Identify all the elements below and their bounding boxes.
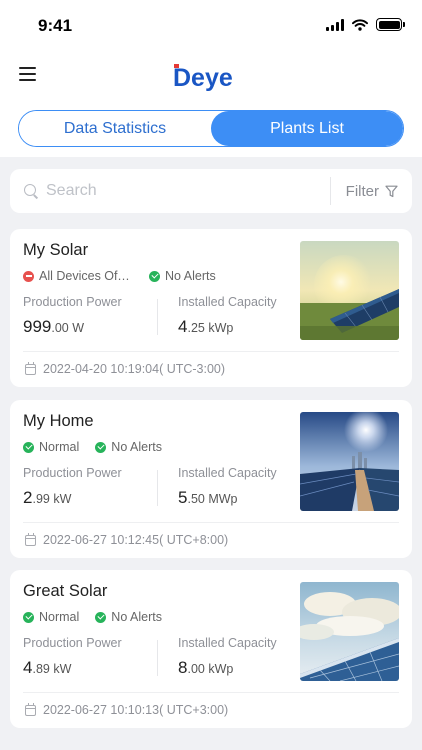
- metric-divider: [157, 299, 158, 335]
- error-icon: [23, 270, 34, 282]
- battery-icon: [376, 18, 405, 31]
- plant-updated-row: 2022-06-27 10:10:13( UTC+3:00): [25, 702, 229, 717]
- tab-plants-list[interactable]: Plants List: [211, 111, 403, 146]
- search-bar: Filter: [10, 169, 412, 213]
- filter-icon: [385, 185, 398, 197]
- check-icon: [95, 441, 107, 453]
- production-power-label: Production Power: [23, 466, 122, 480]
- plant-card[interactable]: My Solar All Devices Offline No Alerts P…: [10, 229, 412, 387]
- device-status: All Devices Offline: [23, 269, 133, 283]
- plant-name: My Solar: [23, 241, 89, 259]
- calendar-icon: [25, 361, 36, 375]
- deye-logo: Deye: [173, 64, 233, 92]
- plant-photo: [300, 582, 399, 681]
- wifi-icon: [352, 18, 368, 31]
- production-power-label: Production Power: [23, 636, 122, 650]
- cellular-signal-icon: [326, 18, 344, 31]
- plant-status-row: All Devices Offline No Alerts: [23, 269, 232, 283]
- plant-card[interactable]: Great Solar Normal No Alerts Production …: [10, 570, 412, 728]
- filter-label: Filter: [345, 182, 379, 200]
- status-time: 9:41: [38, 16, 73, 35]
- view-switch: Data Statistics Plants List: [18, 110, 404, 147]
- plant-updated-date: 2022-04-20 10:19:04( UTC-3:00): [43, 362, 226, 376]
- plant-photo: [300, 412, 399, 511]
- metric-divider: [157, 640, 158, 676]
- filter-button[interactable]: Filter: [346, 169, 398, 213]
- alert-status: No Alerts: [95, 610, 162, 624]
- plant-updated-date: 2022-06-27 10:10:13( UTC+3:00): [43, 703, 229, 717]
- installed-capacity-value: 4.25 kWp: [178, 317, 234, 336]
- svg-text:Deye: Deye: [173, 64, 233, 92]
- plant-photo: [300, 241, 399, 340]
- menu-icon[interactable]: [19, 67, 37, 81]
- card-divider: [23, 692, 399, 693]
- search-icon: [24, 184, 38, 198]
- alert-status: No Alerts: [149, 269, 216, 283]
- plant-card[interactable]: My Home Normal No Alerts Production Powe…: [10, 400, 412, 558]
- status-icons: [326, 18, 405, 31]
- installed-capacity-label: Installed Capacity: [178, 636, 277, 650]
- search-input[interactable]: [46, 182, 296, 200]
- status-bar: 9:41: [0, 0, 422, 52]
- production-power-value: 4.89 kW: [23, 658, 72, 677]
- tab-data-statistics[interactable]: Data Statistics: [19, 111, 211, 146]
- production-power-value: 2.99 kW: [23, 488, 72, 507]
- plant-status-row: Normal No Alerts: [23, 610, 178, 624]
- filter-divider: [330, 177, 331, 205]
- installed-capacity-value: 5.50 MWp: [178, 488, 238, 507]
- production-power-label: Production Power: [23, 295, 122, 309]
- alert-status: No Alerts: [95, 440, 162, 454]
- plant-updated-date: 2022-06-27 10:12:45( UTC+8:00): [43, 533, 229, 547]
- installed-capacity-label: Installed Capacity: [178, 466, 277, 480]
- plant-status-row: Normal No Alerts: [23, 440, 178, 454]
- check-icon: [149, 270, 160, 282]
- calendar-icon: [25, 532, 36, 546]
- calendar-icon: [25, 702, 36, 716]
- device-status: Normal: [23, 610, 79, 624]
- card-divider: [23, 351, 399, 352]
- plant-updated-row: 2022-06-27 10:12:45( UTC+8:00): [25, 532, 229, 547]
- installed-capacity-value: 8.00 kWp: [178, 658, 234, 677]
- device-status: Normal: [23, 440, 79, 454]
- check-icon: [23, 441, 34, 453]
- installed-capacity-label: Installed Capacity: [178, 295, 277, 309]
- check-icon: [95, 611, 107, 623]
- plant-name: My Home: [23, 412, 94, 430]
- card-divider: [23, 522, 399, 523]
- brand-logo: Deye: [173, 60, 251, 92]
- plant-name: Great Solar: [23, 582, 108, 600]
- check-icon: [23, 611, 34, 623]
- top-header: 9:41 Deye Data Statistics Plants List: [0, 0, 422, 157]
- plant-updated-row: 2022-04-20 10:19:04( UTC-3:00): [25, 361, 226, 376]
- metric-divider: [157, 470, 158, 506]
- production-power-value: 999.00 W: [23, 317, 85, 336]
